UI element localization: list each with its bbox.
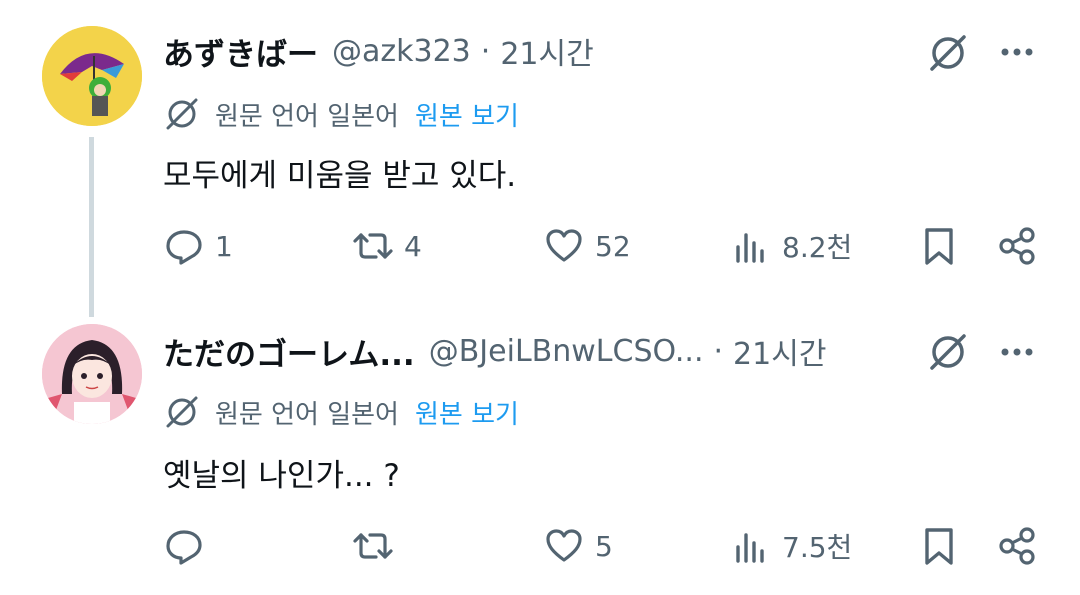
thread-line [89,137,94,317]
show-original-link[interactable]: 원본 보기 [415,394,519,431]
grok-icon[interactable] [926,330,970,374]
view-count: 8.2천 [782,231,853,264]
reply-icon [166,530,202,565]
more-icon[interactable] [997,332,1037,372]
retweet-button[interactable] [352,522,404,570]
retweet-icon [353,533,393,559]
user-handle[interactable]: @azk323 [332,34,471,69]
reply-button[interactable] [163,522,215,570]
avatar[interactable] [42,26,142,126]
display-name[interactable]: ただのゴーレム... [163,329,415,374]
reply-count: 1 [215,229,233,263]
timestamp[interactable]: 21시간 [500,29,593,73]
view-count: 7.5천 [782,531,853,564]
translate-icon [166,98,198,130]
views-icon [736,233,764,263]
tweet-header: あずきばー @azk323 · 21시간 [163,26,594,76]
avatar-illustration [42,324,142,424]
bookmark-button[interactable] [918,222,960,270]
like-count: 52 [595,229,631,263]
retweet-count: 4 [404,229,422,263]
tweet-text: 옛날의 나인가... ? [163,458,400,494]
like-count: 5 [595,529,613,563]
avatar-illustration [42,26,142,126]
timestamp[interactable]: 21시간 [733,329,826,373]
views-button[interactable]: 7.5천 [730,522,852,570]
separator: · [480,33,491,69]
like-button[interactable]: 5 [543,522,613,570]
share-icon [999,527,1035,565]
share-button[interactable] [996,222,1038,270]
tweet[interactable]: あずきばー @azk323 · 21시간 원문 언어 일본어 원본 보기 모두에… [0,0,1080,317]
reply-button[interactable]: 1 [163,222,233,270]
translation-bar: 원문 언어 일본어 원본 보기 [163,392,519,432]
avatar[interactable] [42,324,142,424]
grok-icon[interactable] [926,31,970,75]
reply-icon [166,230,202,265]
user-handle[interactable]: @BJeiLBnwLCSO... [429,334,704,369]
retweet-button[interactable]: 4 [352,222,422,270]
views-button[interactable]: 8.2천 [730,222,852,270]
display-name[interactable]: あずきばー [163,29,318,74]
translation-bar: 원문 언어 일본어 원본 보기 [163,94,519,134]
translation-note: 원문 언어 일본어 [215,399,399,430]
bookmark-icon [925,528,953,565]
tweet-text: 모두에게 미움을 받고 있다. [163,158,517,194]
tweet[interactable]: ただのゴーレム... @BJeiLBnwLCSO... · 21시간 원문 언어… [0,300,1080,595]
like-icon [546,529,582,562]
share-button[interactable] [996,522,1038,570]
retweet-icon [353,233,393,259]
tweet-header: ただのゴーレム... @BJeiLBnwLCSO... · 21시간 [163,326,826,376]
like-button[interactable]: 52 [543,222,631,270]
translation-note: 원문 언어 일본어 [215,101,399,132]
views-icon [736,533,764,563]
translate-icon [166,396,198,428]
more-icon[interactable] [997,32,1037,72]
like-icon [546,229,582,262]
share-icon [999,227,1035,265]
bookmark-button[interactable] [918,522,960,570]
separator: · [713,333,724,369]
bookmark-icon [925,228,953,265]
show-original-link[interactable]: 원본 보기 [415,96,519,133]
